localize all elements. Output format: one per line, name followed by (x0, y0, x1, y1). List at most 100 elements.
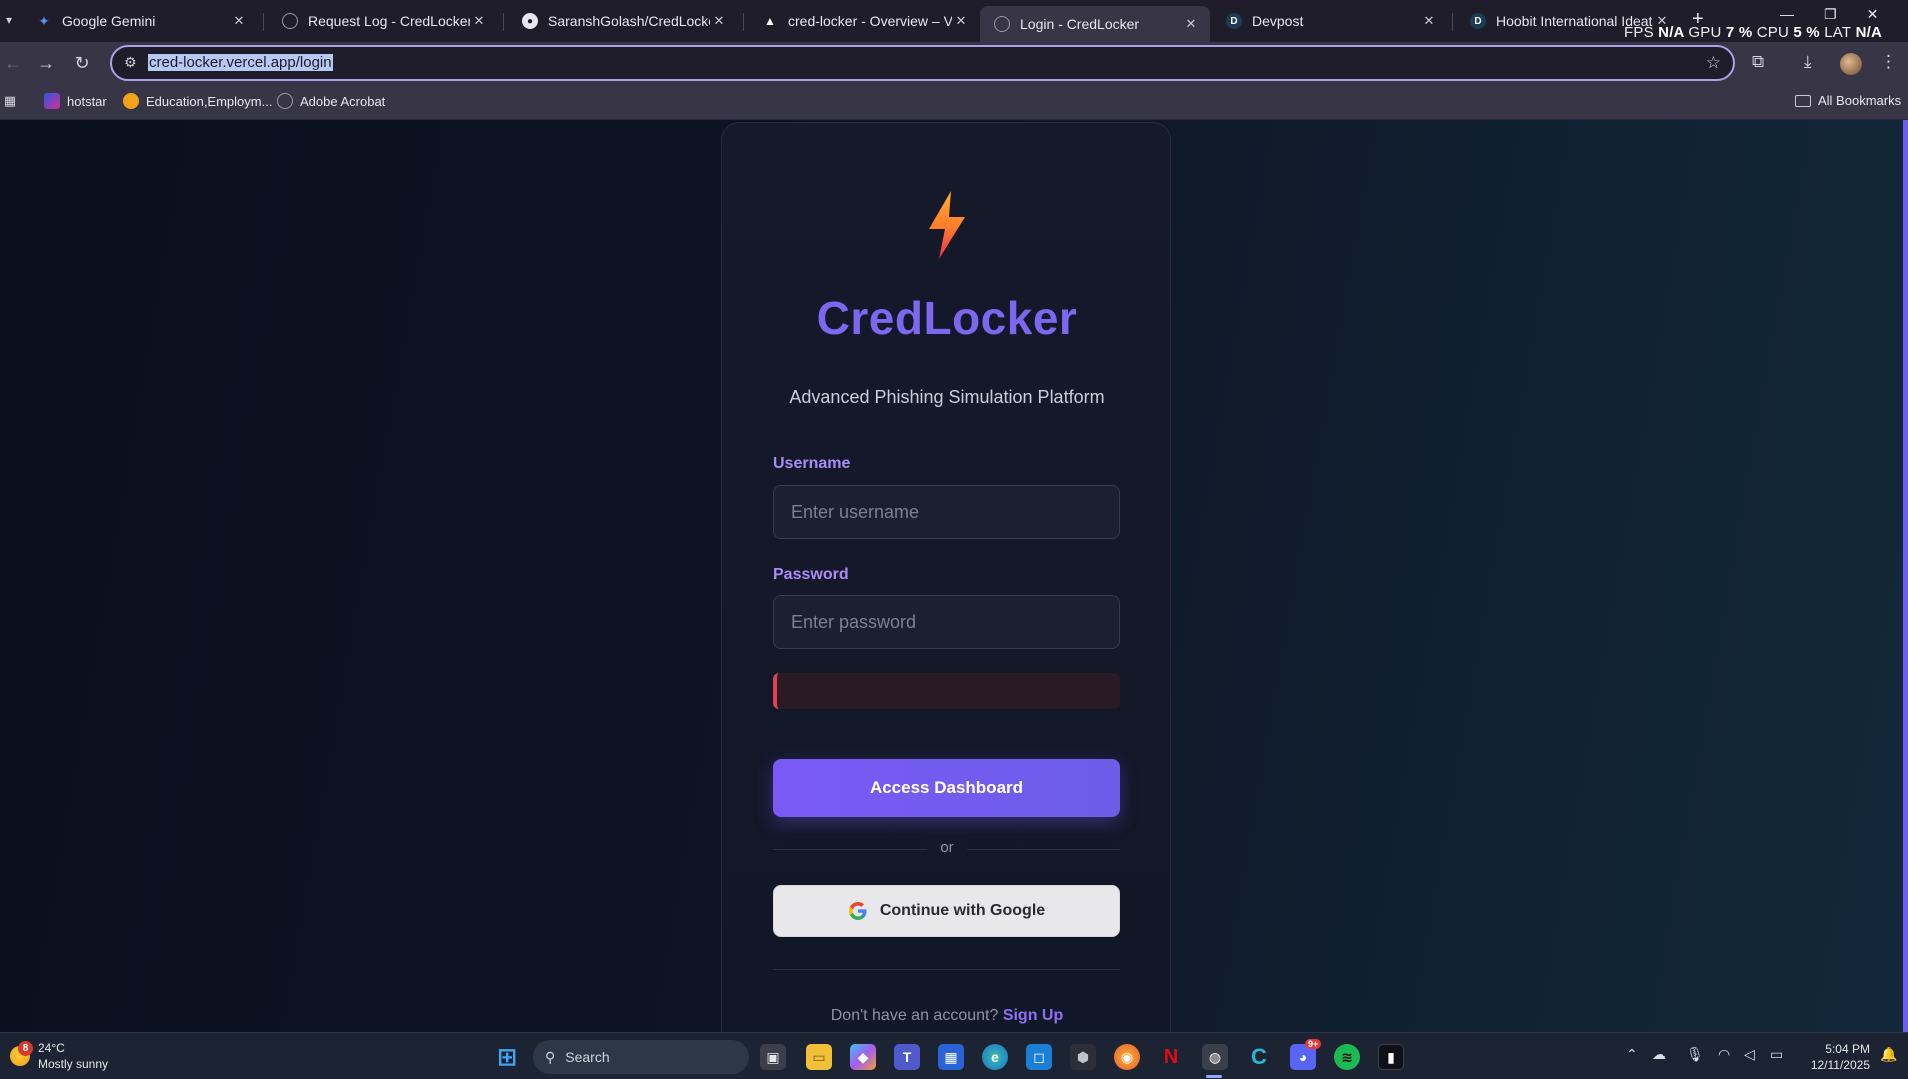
volume-icon[interactable]: ◁ (1744, 1046, 1755, 1063)
close-icon[interactable]: ✕ (1420, 13, 1438, 29)
forward-arrow-icon[interactable]: → (33, 50, 59, 76)
brand-subtitle: Advanced Phishing Simulation Platform (789, 387, 1105, 407)
restore-icon[interactable]: ❐ (1824, 6, 1837, 23)
battery-icon[interactable]: ▭ (1770, 1046, 1783, 1063)
close-icon[interactable]: ✕ (710, 13, 728, 29)
tab-request-log[interactable]: Request Log - CredLocker ✕ (268, 6, 498, 36)
tab-login-credlocker[interactable]: Login - CredLocker ✕ (980, 6, 1210, 42)
file-explorer-icon[interactable]: ▭ (806, 1044, 832, 1070)
app-cube-icon[interactable]: ⬢ (1070, 1044, 1096, 1070)
url-text[interactable]: cred-locker.vercel.app/login (148, 54, 333, 71)
tab-separator (503, 13, 504, 31)
more-menu-icon[interactable]: ⋮ (1880, 52, 1897, 72)
app-c-icon[interactable]: C (1246, 1044, 1272, 1070)
tab-search-menu-button[interactable]: ▾ (0, 8, 18, 32)
extensions-icon[interactable]: ⧉ (1752, 52, 1764, 72)
app-blue-icon[interactable]: ◻ (1026, 1044, 1052, 1070)
continue-with-google-button[interactable]: Continue with Google (773, 885, 1120, 937)
lat-value: N/A (1855, 24, 1883, 41)
netflix-icon[interactable]: N (1158, 1044, 1184, 1070)
spotify-icon[interactable]: ≋ (1334, 1044, 1360, 1070)
profile-avatar[interactable] (1840, 53, 1862, 75)
fps-label: FPS (1624, 24, 1654, 41)
fps-value: N/A (1658, 24, 1685, 41)
access-dashboard-button[interactable]: Access Dashboard (773, 759, 1120, 817)
globe-icon (282, 13, 298, 29)
wifi-icon[interactable]: ◠ (1718, 1046, 1730, 1063)
password-input[interactable] (773, 595, 1120, 649)
reload-icon[interactable]: ↻ (69, 50, 95, 76)
password-label: Password (773, 566, 849, 583)
microsoft-store-icon[interactable]: ▦ (938, 1044, 964, 1070)
system-clock[interactable]: 5:04 PM 12/11/2025 (1800, 1041, 1870, 1073)
onedrive-icon[interactable]: ☁ (1652, 1046, 1666, 1063)
firefox-icon[interactable]: ◉ (1114, 1044, 1140, 1070)
window-close-icon[interactable]: ✕ (1867, 6, 1879, 23)
taskbar-search[interactable]: ⚲ Search (533, 1040, 749, 1074)
google-button-label: Continue with Google (879, 902, 1046, 919)
teams-icon[interactable]: T (894, 1044, 920, 1070)
tab-google-gemini[interactable]: ✦ Google Gemini ✕ (22, 6, 258, 36)
lat-label: LAT (1824, 24, 1852, 41)
tab-label: Request Log - CredLocker (308, 13, 470, 29)
tab-github-repo[interactable]: ● SaranshGolash/CredLocker ✕ (508, 6, 738, 36)
login-card: CredLocker Advanced Phishing Simulation … (721, 122, 1171, 1032)
close-icon[interactable]: ✕ (952, 13, 970, 29)
close-icon[interactable]: ✕ (1182, 16, 1200, 32)
bookmark-hotstar[interactable]: hotstar (44, 93, 107, 109)
signup-link[interactable]: Sign Up (1003, 1007, 1063, 1024)
site-info-icon[interactable]: ⚙ (124, 54, 137, 71)
bookmarks-bar: ▦ hotstar Education,Employm... Adobe Acr… (0, 84, 1908, 120)
close-icon[interactable]: ✕ (230, 13, 248, 29)
notification-bell-icon[interactable]: 🔔 (1880, 1046, 1897, 1063)
signup-prompt-line: Don't have an account? Sign Up (722, 1007, 1172, 1025)
tab-vercel-overview[interactable]: ▲ cred-locker - Overview – Vercel ✕ (748, 6, 980, 36)
download-icon[interactable]: ⤓ (1804, 52, 1812, 72)
page-scrollbar[interactable] (1903, 120, 1908, 1032)
microphone-icon[interactable]: 🎙 (1686, 1046, 1704, 1063)
bookmark-star-icon[interactable]: ☆ (1706, 53, 1721, 73)
devpost-icon: D (1226, 13, 1242, 29)
tab-label: Google Gemini (62, 13, 156, 29)
chrome-icon[interactable]: ◍ (1202, 1044, 1228, 1070)
page-viewport: CredLocker Advanced Phishing Simulation … (0, 120, 1908, 1032)
signup-prompt-text: Don't have an account? (830, 1007, 999, 1024)
performance-overlay: FPS N/A GPU 7 % CPU 5 % LAT N/A (1624, 24, 1882, 41)
window-controls: — ❐ ✕ (1780, 6, 1878, 23)
terminal-icon[interactable]: ▮ (1378, 1044, 1404, 1070)
tab-label: Devpost (1252, 13, 1304, 29)
weather-temperature: 24°C (38, 1041, 65, 1055)
minimize-icon[interactable]: — (1780, 6, 1794, 23)
username-input[interactable] (773, 485, 1120, 539)
edge-icon[interactable]: e (982, 1044, 1008, 1070)
bookmark-adobe-acrobat[interactable]: Adobe Acrobat (277, 93, 385, 109)
chevron-up-icon[interactable]: ⌃ (1626, 1046, 1638, 1063)
windows-start-icon[interactable]: ⊞ (494, 1044, 520, 1071)
cpu-label: CPU (1756, 24, 1790, 41)
close-icon[interactable]: ✕ (470, 13, 488, 29)
tab-devpost[interactable]: D Devpost ✕ (1212, 6, 1448, 36)
browser-tab-strip: ▾ ✦ Google Gemini ✕ Request Log - CredLo… (0, 0, 1908, 42)
back-arrow-icon[interactable]: ← (0, 50, 26, 76)
gpu-value: 7 % (1725, 24, 1753, 41)
tab-label: SaranshGolash/CredLocker (548, 13, 710, 29)
or-divider-text: or (927, 839, 967, 856)
active-app-indicator (1206, 1075, 1222, 1078)
tab-separator (1452, 13, 1453, 31)
copilot-icon[interactable]: ◆ (850, 1044, 876, 1070)
tab-label: cred-locker - Overview – Vercel (788, 13, 952, 29)
bookmark-education[interactable]: Education,Employm... (123, 93, 272, 109)
task-view-icon[interactable]: ▣ (760, 1044, 786, 1070)
bookmark-label: hotstar (67, 93, 107, 109)
discord-badge: 9+ (1305, 1039, 1322, 1049)
address-bar[interactable]: ⚙ cred-locker.vercel.app/login ☆ (110, 45, 1735, 81)
weather-widget[interactable]: 8 24°C Mostly sunny (10, 1040, 108, 1072)
clock-time: 5:04 PM (1825, 1042, 1870, 1056)
notification-badge: 8 (18, 1041, 33, 1056)
apps-grid-icon[interactable]: ▦ (2, 93, 18, 109)
google-icon (848, 902, 867, 920)
cpu-value: 5 % (1793, 24, 1820, 41)
all-bookmarks-button[interactable]: All Bookmarks (1795, 93, 1901, 108)
bookmark-label: Education,Employm... (146, 93, 273, 109)
username-label: Username (773, 455, 851, 472)
